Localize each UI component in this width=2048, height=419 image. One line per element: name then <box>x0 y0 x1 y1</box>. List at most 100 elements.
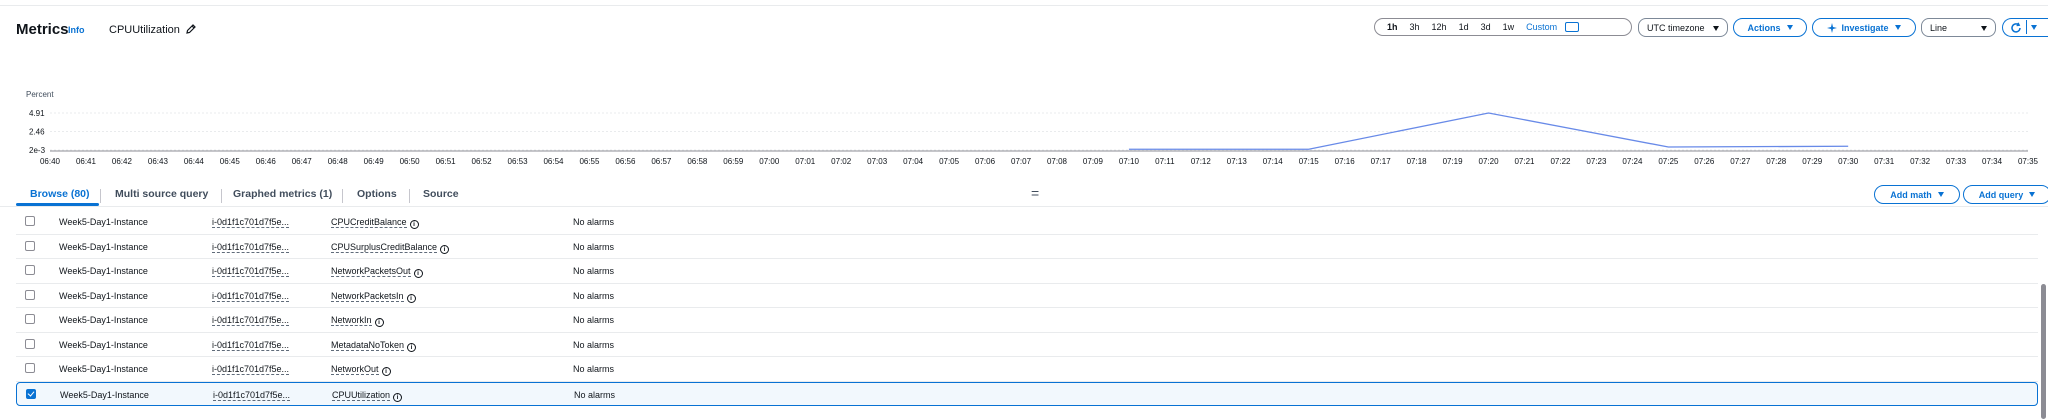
instance-id-cell[interactable]: i-0d1f1c701d7f5e... <box>212 217 290 228</box>
table-row[interactable]: Week5-Day1-Instance i-0d1f1c701d7f5e... CP… <box>16 210 2038 235</box>
row-checkbox[interactable] <box>25 289 35 300</box>
tab-multi-source-query[interactable]: Multi source query <box>115 188 208 200</box>
x-tick-label: 06:40 <box>40 157 61 166</box>
table-row[interactable]: Week5-Day1-Instance i-0d1f1c701d7f5e... Ne… <box>16 308 2038 333</box>
x-tick-label: 07:03 <box>867 157 888 166</box>
x-tick-label: 07:10 <box>1119 157 1140 166</box>
row-checkbox[interactable] <box>25 314 35 324</box>
range-1h[interactable]: 1h <box>1381 22 1404 32</box>
tab-options[interactable]: Options <box>357 188 397 200</box>
alarms-cell: No alarms <box>573 339 615 350</box>
instance-id-cell[interactable]: i-0d1f1c701d7f5e... <box>212 364 290 375</box>
x-tick-label: 06:42 <box>112 157 133 166</box>
x-tick-label: 07:04 <box>903 157 924 166</box>
range-custom[interactable]: Custom <box>1520 22 1563 32</box>
x-tick-label: 06:43 <box>148 157 169 166</box>
metric-name-label[interactable]: CPUSurplusCreditBalance <box>331 241 438 253</box>
tab-source[interactable]: Source <box>423 188 459 200</box>
metric-name-cell: CPUUtilization i <box>332 389 403 402</box>
instance-id-cell[interactable]: i-0d1f1c701d7f5e... <box>212 291 290 302</box>
refresh-split-button <box>2002 18 2048 37</box>
x-tick-label: 07:01 <box>795 157 816 166</box>
edit-pencil-icon[interactable] <box>184 22 198 36</box>
tab-browse[interactable]: Browse (80) <box>30 188 90 200</box>
instance-id-cell[interactable]: i-0d1f1c701d7f5e... <box>212 266 290 277</box>
instance-name-cell: Week5-Day1-Instance <box>59 290 148 301</box>
metric-name-cell: NetworkPacketsOut i <box>331 266 423 278</box>
tab-separator <box>100 189 101 203</box>
instance-name-cell: Week5-Day1-Instance <box>59 241 148 252</box>
add-math-button[interactable]: Add math <box>1874 185 1960 204</box>
actions-button[interactable]: Actions <box>1733 18 1807 37</box>
chart-type-select[interactable]: Line <box>1921 18 1996 37</box>
x-tick-label: 06:45 <box>220 157 241 166</box>
tab-separator <box>342 189 343 203</box>
alarms-cell: No alarms <box>573 364 615 374</box>
add-query-label: Add query <box>1978 189 2024 200</box>
table-row[interactable]: Week5-Day1-Instance i-0d1f1c701d7f5e... Ne… <box>16 357 2038 382</box>
row-checkbox[interactable] <box>26 388 36 399</box>
row-checkbox[interactable] <box>25 265 35 275</box>
top-divider <box>0 5 2048 6</box>
add-query-button[interactable]: Add query <box>1963 185 2048 204</box>
tab-graphed-metrics[interactable]: Graphed metrics (1) <box>233 188 332 200</box>
table-row[interactable]: Week5-Day1-Instance i-0d1f1c701d7f5e... Ne… <box>16 284 2038 308</box>
x-tick-label: 07:23 <box>1586 157 1607 166</box>
y-tick-label: 4.91 <box>29 109 45 118</box>
x-tick-label: 06:51 <box>436 157 457 166</box>
refresh-options-caret-icon[interactable] <box>2031 25 2037 30</box>
instance-name-cell: Week5-Day1-Instance <box>59 217 148 227</box>
timezone-select[interactable]: UTC timezone <box>1638 18 1728 37</box>
range-3h[interactable]: 3h <box>1404 22 1426 32</box>
x-tick-label: 06:54 <box>543 157 564 166</box>
metric-name-cell: NetworkIn i <box>331 315 384 327</box>
x-tick-label: 07:33 <box>1946 157 1967 166</box>
metric-name-label[interactable]: MetadataNoToken <box>331 339 405 351</box>
metric-name-label[interactable]: NetworkOut <box>331 364 379 375</box>
table-scrollbar[interactable] <box>2040 212 2047 419</box>
x-tick-label: 06:58 <box>687 157 708 166</box>
info-icon[interactable]: i <box>374 318 384 327</box>
range-3d[interactable]: 3d <box>1475 22 1497 32</box>
x-tick-label: 06:55 <box>579 157 600 166</box>
metric-name-label[interactable]: NetworkPacketsOut <box>331 266 411 277</box>
metric-name-label[interactable]: NetworkPacketsIn <box>331 290 404 302</box>
investigate-button[interactable]: Investigate <box>1812 18 1916 37</box>
range-1d[interactable]: 1d <box>1453 22 1475 32</box>
row-checkbox[interactable] <box>25 240 35 251</box>
table-row[interactable]: Week5-Day1-Instance i-0d1f1c701d7f5e... Me… <box>16 333 2038 357</box>
x-tick-label: 07:30 <box>1838 157 1859 166</box>
metric-name-label[interactable]: CPUCreditBalance <box>331 217 407 228</box>
instance-id-cell[interactable]: i-0d1f1c701d7f5e... <box>212 242 290 253</box>
info-icon[interactable]: i <box>440 244 450 254</box>
instance-name-cell: Week5-Day1-Instance <box>59 339 148 350</box>
info-icon[interactable]: i <box>381 367 391 376</box>
info-icon[interactable]: i <box>409 220 419 229</box>
range-1w[interactable]: 1w <box>1497 22 1521 32</box>
info-icon[interactable]: i <box>407 342 417 352</box>
row-checkbox[interactable] <box>25 216 35 226</box>
table-row[interactable]: Week5-Day1-Instance i-0d1f1c701d7f5e... CP… <box>16 381 2038 406</box>
info-icon[interactable]: i <box>413 269 423 278</box>
row-checkbox[interactable] <box>25 363 35 373</box>
info-link[interactable]: Info <box>68 25 85 35</box>
instance-name-cell: Week5-Day1-Instance <box>60 389 149 400</box>
table-row[interactable]: Week5-Day1-Instance i-0d1f1c701d7f5e... Ne… <box>16 259 2038 284</box>
resize-handle-icon[interactable]: = <box>1031 185 1039 201</box>
metric-name-label[interactable]: CPUUtilization <box>332 389 391 401</box>
sparkle-icon <box>1827 22 1838 33</box>
x-tick-label: 06:48 <box>328 157 349 166</box>
instance-id-cell[interactable]: i-0d1f1c701d7f5e... <box>213 390 291 401</box>
calendar-icon[interactable] <box>1565 22 1580 32</box>
table-row[interactable]: Week5-Day1-Instance i-0d1f1c701d7f5e... CP… <box>16 235 2038 259</box>
info-icon[interactable]: i <box>393 392 403 402</box>
scrollbar-thumb[interactable] <box>2041 284 2046 419</box>
info-icon[interactable]: i <box>406 293 416 303</box>
row-checkbox[interactable] <box>25 338 35 349</box>
instance-id-cell[interactable]: i-0d1f1c701d7f5e... <box>212 340 290 351</box>
x-tick-label: 07:13 <box>1227 157 1248 166</box>
range-12h[interactable]: 12h <box>1426 22 1453 32</box>
metric-name-label[interactable]: NetworkIn <box>331 315 372 326</box>
instance-id-cell[interactable]: i-0d1f1c701d7f5e... <box>212 315 290 326</box>
refresh-icon[interactable] <box>2010 21 2022 34</box>
